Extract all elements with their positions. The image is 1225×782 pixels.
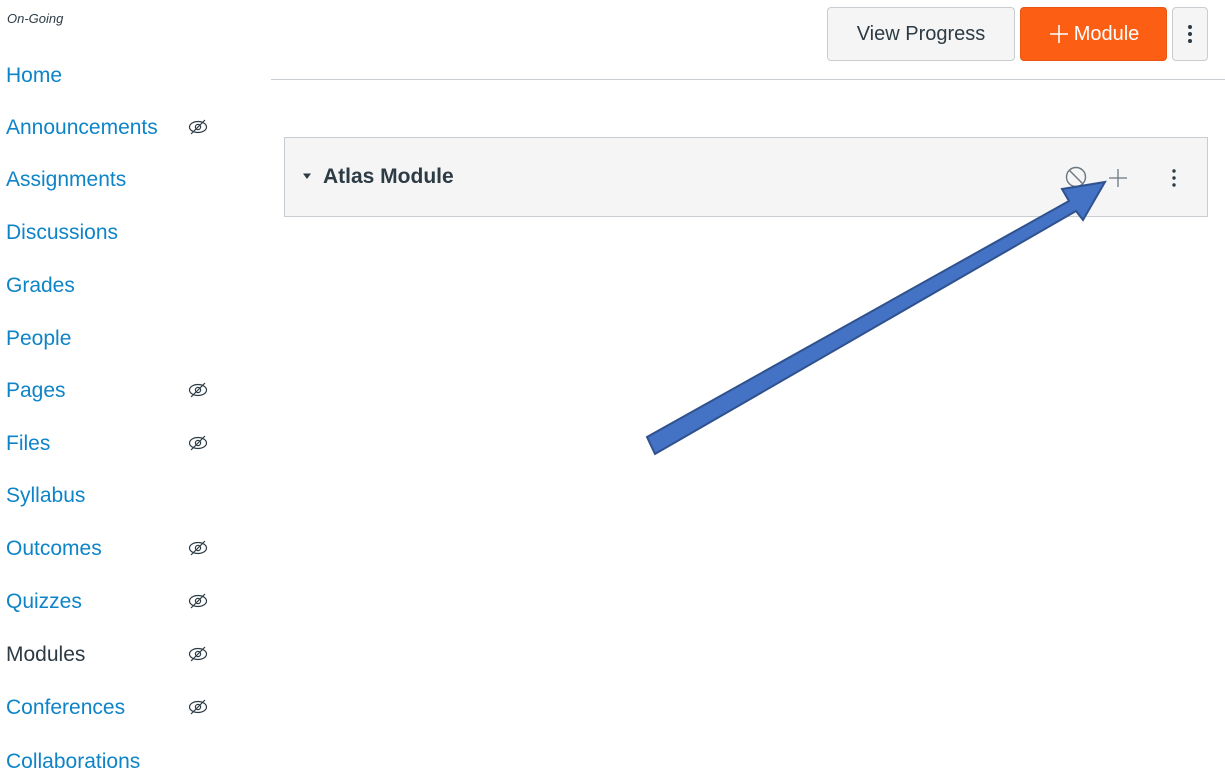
- module-header: Atlas Module: [284, 137, 1208, 217]
- add-module-button[interactable]: Module: [1020, 7, 1167, 61]
- sidebar-item-collaborations[interactable]: Collaborations: [6, 742, 236, 782]
- add-module-label: Module: [1073, 22, 1140, 45]
- sidebar-item-files[interactable]: Files: [6, 424, 236, 464]
- module-kebab-icon[interactable]: [1171, 167, 1177, 189]
- sidebar-item-label[interactable]: People: [6, 327, 71, 351]
- sidebar-item-label[interactable]: Syllabus: [6, 484, 85, 508]
- sidebar-item-modules[interactable]: Modules: [6, 635, 236, 675]
- sidebar-item-label[interactable]: Conferences: [6, 696, 125, 720]
- sidebar-item-quizzes[interactable]: Quizzes: [6, 582, 236, 622]
- sidebar-item-discussions[interactable]: Discussions: [6, 213, 236, 253]
- sidebar-item-home[interactable]: Home: [6, 56, 236, 96]
- sidebar-item-syllabus[interactable]: Syllabus: [6, 476, 236, 516]
- hidden-eye-icon: [188, 119, 208, 135]
- hidden-eye-icon: [188, 435, 208, 451]
- sidebar-item-assignments[interactable]: Assignments: [6, 160, 236, 200]
- sidebar-item-conferences[interactable]: Conferences: [6, 688, 236, 728]
- sidebar-item-label[interactable]: Outcomes: [6, 537, 102, 561]
- kebab-icon: [1188, 25, 1192, 43]
- unpublished-icon[interactable]: [1064, 165, 1088, 189]
- sidebar-item-label[interactable]: Home: [6, 64, 62, 88]
- sidebar-item-label[interactable]: Announcements: [6, 116, 158, 140]
- hidden-eye-icon: [188, 382, 208, 398]
- hidden-eye-icon: [188, 593, 208, 609]
- view-progress-button[interactable]: View Progress: [827, 7, 1015, 61]
- sidebar-item-pages[interactable]: Pages: [6, 371, 236, 411]
- add-item-plus-icon[interactable]: [1108, 168, 1128, 188]
- hidden-eye-icon: [188, 646, 208, 662]
- plus-icon: [1049, 25, 1068, 43]
- sidebar-item-people[interactable]: People: [6, 319, 236, 359]
- hidden-eye-icon: [188, 699, 208, 715]
- sidebar-item-label[interactable]: Modules: [6, 643, 85, 667]
- sidebar-item-label[interactable]: Discussions: [6, 221, 118, 245]
- sidebar-item-announcements[interactable]: Announcements: [6, 108, 236, 148]
- sidebar-item-label[interactable]: Collaborations: [6, 750, 140, 774]
- sidebar-item-label[interactable]: Pages: [6, 379, 66, 403]
- sidebar-item-label[interactable]: Files: [6, 432, 50, 456]
- sidebar-item-label[interactable]: Grades: [6, 274, 75, 298]
- sidebar-item-outcomes[interactable]: Outcomes: [6, 529, 236, 569]
- header-divider: [271, 79, 1225, 80]
- sidebar-item-label[interactable]: Quizzes: [6, 590, 82, 614]
- more-options-button[interactable]: [1172, 7, 1208, 61]
- sidebar-item-label[interactable]: Assignments: [6, 168, 126, 192]
- caret-down-icon[interactable]: [302, 171, 312, 181]
- module-title[interactable]: Atlas Module: [323, 165, 454, 189]
- hidden-eye-icon: [188, 540, 208, 556]
- sidebar-item-grades[interactable]: Grades: [6, 266, 236, 306]
- course-term-label: On-Going: [7, 11, 64, 26]
